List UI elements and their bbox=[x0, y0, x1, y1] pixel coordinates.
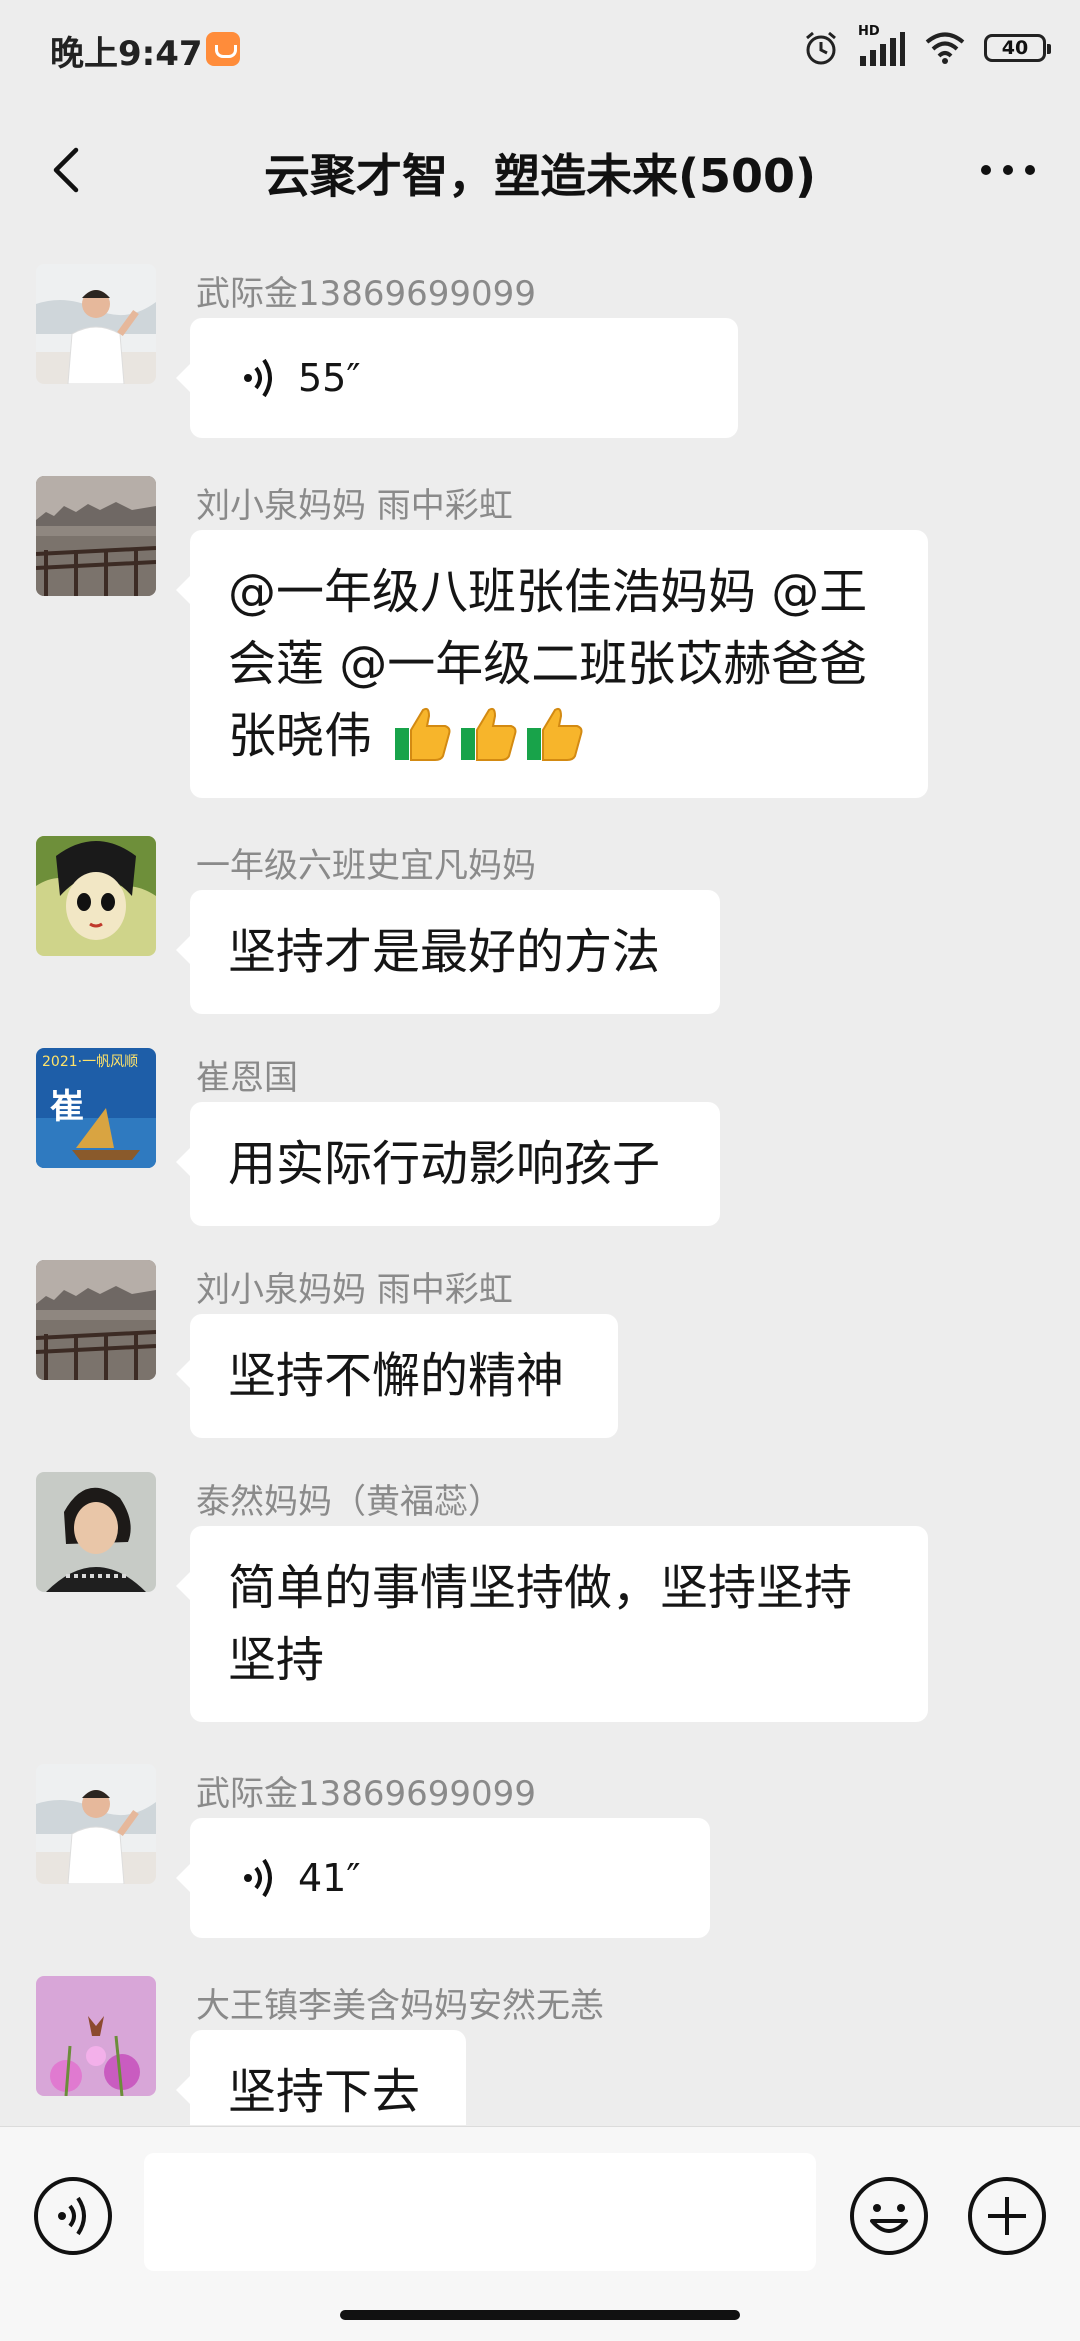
chat-header: 云聚才智，塑造未来(500) bbox=[0, 110, 1080, 230]
hd-label: HD bbox=[858, 24, 880, 39]
voice-wave-icon bbox=[244, 1858, 272, 1898]
sender-name: 刘小泉妈妈 雨中彩虹 bbox=[196, 486, 513, 526]
plus-icon[interactable] bbox=[966, 2175, 1048, 2257]
thumbs-up-emoji-group bbox=[387, 707, 585, 764]
voice-input-icon[interactable] bbox=[32, 2175, 114, 2257]
sender-name: 一年级六班史宜凡妈妈 bbox=[196, 846, 536, 886]
wifi-icon bbox=[925, 32, 965, 64]
sender-name: 泰然妈妈（黄福蕊） bbox=[196, 1482, 502, 1522]
message-item: 刘小泉妈妈 雨中彩虹 坚持不懈的精神 bbox=[0, 1246, 1080, 1446]
chat-input-bar bbox=[0, 2126, 1080, 2341]
avatar-caption: 2021·一帆风顺 bbox=[42, 1054, 138, 1070]
text-message-bubble[interactable]: @一年级八班张佳浩妈妈 @王会莲 @一年级二班张苡赫爸爸张晓伟 bbox=[176, 530, 928, 798]
message-item: 刘小泉妈妈 雨中彩虹 @一年级八班张佳浩妈妈 @王会莲 @一年级二班张苡赫爸爸张… bbox=[0, 462, 1080, 798]
avatar[interactable] bbox=[36, 1976, 156, 2096]
message-text: 坚持才是最好的方法 bbox=[228, 924, 661, 980]
more-options-icon[interactable] bbox=[972, 138, 1044, 202]
avatar-character: 崔 bbox=[50, 1087, 84, 1127]
status-icons: HD 40 bbox=[802, 24, 1051, 70]
voice-message-bubble[interactable]: 55″ bbox=[176, 318, 738, 438]
voice-duration: 55″ bbox=[298, 356, 361, 400]
message-input[interactable] bbox=[144, 2153, 816, 2271]
text-message-bubble[interactable]: 用实际行动影响孩子 bbox=[176, 1102, 720, 1226]
sender-name: 崔恩国 bbox=[196, 1058, 298, 1098]
message-item: 武际金13869699099 41″ bbox=[0, 1750, 1080, 1950]
app-notification-icon bbox=[206, 32, 240, 66]
voice-duration: 41″ bbox=[298, 1856, 361, 1900]
alarm-icon bbox=[806, 31, 836, 65]
battery-icon: 40 bbox=[984, 34, 1051, 62]
avatar[interactable] bbox=[36, 1764, 156, 1884]
home-indicator[interactable] bbox=[340, 2310, 740, 2320]
message-text: 简单的事情坚持做，坚持坚持坚持 bbox=[228, 1560, 853, 1688]
message-text: 坚持下去 bbox=[228, 2064, 421, 2120]
avatar[interactable] bbox=[36, 1260, 156, 1380]
message-item: 武际金13869699099 55″ bbox=[0, 250, 1080, 460]
back-arrow-icon[interactable] bbox=[36, 138, 100, 202]
message-text: 坚持不懈的精神 bbox=[228, 1348, 565, 1404]
avatar[interactable] bbox=[36, 476, 156, 596]
avatar[interactable] bbox=[36, 836, 156, 956]
sender-name: 大王镇李美含妈妈安然无恙 bbox=[196, 1986, 604, 2026]
message-item: 2021·一帆风顺 崔 崔恩国 用实际行动影响孩子 bbox=[0, 1034, 1080, 1234]
text-message-bubble[interactable]: 简单的事情坚持做，坚持坚持坚持 bbox=[176, 1526, 928, 1722]
avatar[interactable]: 2021·一帆风顺 崔 bbox=[36, 1048, 156, 1168]
chat-message-list[interactable]: 武际金13869699099 55″ 刘小泉妈妈 雨中彩虹 @一年级八班张佳浩妈… bbox=[0, 250, 1080, 2125]
sender-name: 武际金13869699099 bbox=[196, 1774, 536, 1814]
voice-message-bubble[interactable]: 41″ bbox=[176, 1818, 710, 1938]
message-item: 大王镇李美含妈妈安然无恙 坚持下去 bbox=[0, 1962, 1080, 2125]
avatar[interactable] bbox=[36, 264, 156, 384]
group-title: 云聚才智，塑造未来(500) bbox=[263, 149, 817, 203]
sender-name: 刘小泉妈妈 雨中彩虹 bbox=[196, 1270, 513, 1310]
avatar[interactable] bbox=[36, 1472, 156, 1592]
message-item: 泰然妈妈（黄福蕊） 简单的事情坚持做，坚持坚持坚持 bbox=[0, 1458, 1080, 1728]
text-message-bubble[interactable]: 坚持才是最好的方法 bbox=[176, 890, 720, 1014]
status-time: 晚上9:47 bbox=[50, 34, 203, 74]
message-text: 用实际行动影响孩子 bbox=[228, 1136, 661, 1192]
thumbs-up-icon bbox=[395, 707, 451, 761]
status-bar: 晚上9:47 HD 40 bbox=[0, 0, 1080, 96]
text-message-bubble[interactable]: 坚持下去 bbox=[176, 2030, 466, 2125]
signal-icon: HD bbox=[858, 24, 906, 68]
message-item: 一年级六班史宜凡妈妈 坚持才是最好的方法 bbox=[0, 822, 1080, 1022]
sender-name: 武际金13869699099 bbox=[196, 274, 536, 314]
emoji-icon[interactable] bbox=[848, 2175, 930, 2257]
thumbs-up-icon bbox=[527, 707, 583, 761]
text-message-bubble[interactable]: 坚持不懈的精神 bbox=[176, 1314, 618, 1438]
thumbs-up-icon bbox=[461, 707, 517, 761]
voice-wave-icon bbox=[244, 358, 272, 398]
